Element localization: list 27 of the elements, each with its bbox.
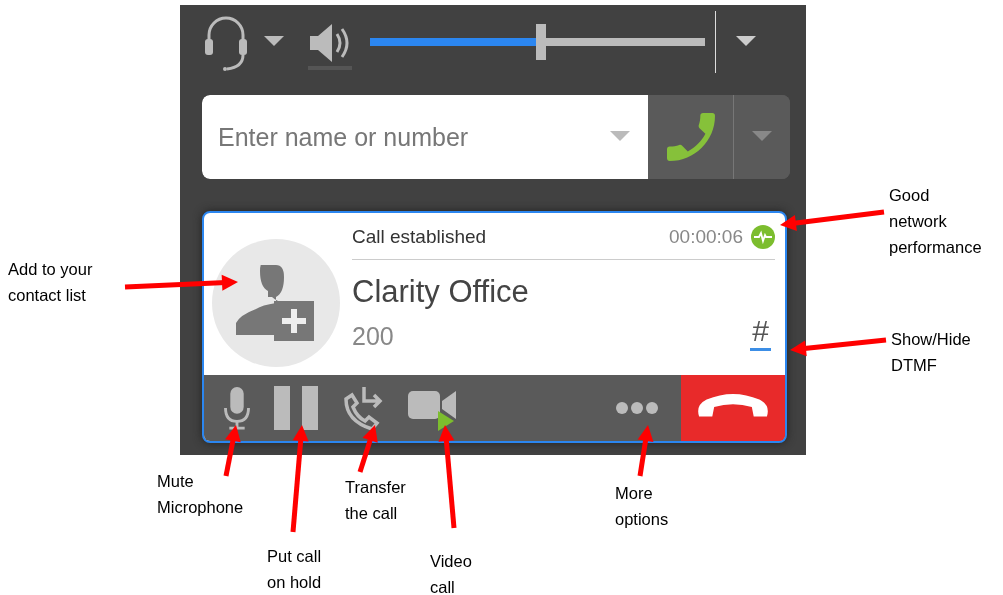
pause-icon[interactable] (274, 386, 320, 430)
annotation-label: Transfer the call (345, 477, 406, 524)
annotation-label: Put call on hold (267, 546, 322, 593)
call-timer: 00:00:06 (669, 226, 743, 248)
add-person-icon (236, 265, 316, 341)
hang-up-button[interactable] (681, 375, 785, 441)
contact-number: 200 (352, 322, 394, 351)
annotation-label: Good network performance (889, 185, 982, 258)
arrow (637, 425, 654, 477)
annotation-label: Show/Hide DTMF (891, 329, 971, 376)
more-icon[interactable] (615, 401, 659, 415)
caret-icon[interactable] (264, 36, 284, 48)
annotation-label: More options (615, 483, 669, 530)
caret-icon[interactable] (736, 36, 756, 48)
call-status: Call established (352, 226, 487, 248)
caret-icon (752, 131, 772, 143)
annotation-label: Mute Microphone (157, 471, 244, 518)
arrow (357, 425, 378, 473)
speaker-icon[interactable] (308, 22, 352, 70)
annotation-label: Add to your contact list (8, 259, 93, 306)
volume-slider[interactable] (370, 24, 705, 60)
dtmf-button[interactable]: # (750, 314, 771, 351)
annotation-label: Video call (430, 551, 472, 595)
arrow (223, 425, 241, 477)
search-box[interactable]: Enter name or number (202, 95, 648, 179)
microphone-icon[interactable] (222, 385, 252, 431)
contact-name: Clarity Office (352, 274, 530, 310)
